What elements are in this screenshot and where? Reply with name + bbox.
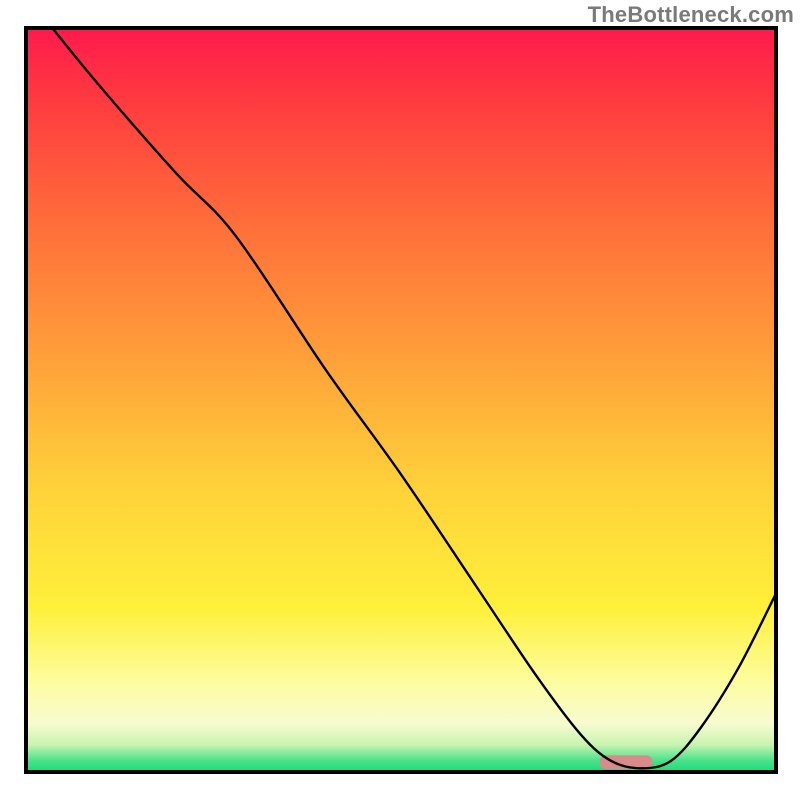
bottleneck-chart (0, 0, 800, 800)
plot-background (26, 28, 776, 772)
watermark-text: TheBottleneck.com (588, 2, 794, 28)
chart-frame: TheBottleneck.com (0, 0, 800, 800)
